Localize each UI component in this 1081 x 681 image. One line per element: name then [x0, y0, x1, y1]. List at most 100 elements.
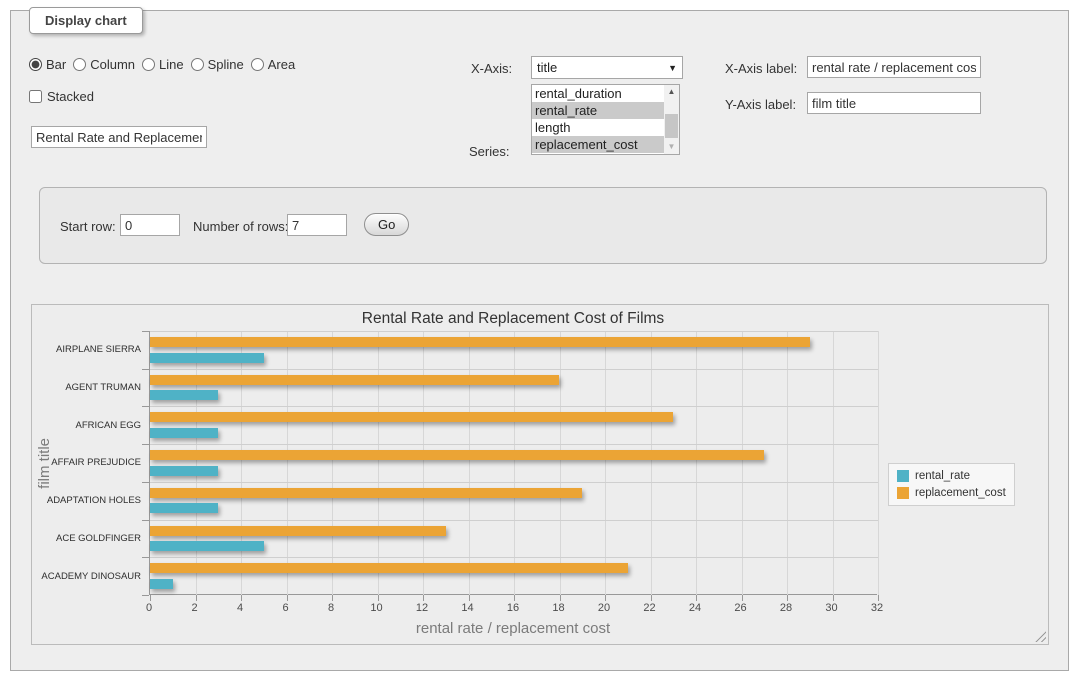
x-tick-label: 0: [146, 602, 152, 614]
gridline: [332, 331, 333, 595]
bar-replacement_cost: [150, 450, 764, 460]
chart-title: Rental Rate and Replacement Cost of Film…: [149, 310, 877, 328]
gridline: [287, 331, 288, 595]
chart-type-radio-line[interactable]: [142, 58, 155, 71]
radio-label: Bar: [46, 57, 66, 72]
x-tick-labels: 02468101214161820222426283032: [149, 602, 877, 616]
y-axis-label-field-label: Y-Axis label:: [725, 97, 796, 112]
chart-type-radio-bar[interactable]: [29, 58, 42, 71]
y-axis-label-input[interactable]: [807, 92, 981, 114]
x-axis-tick: [514, 595, 515, 601]
x-axis-tick: [241, 595, 242, 601]
x-axis-select-label: X-Axis:: [471, 61, 512, 76]
bar-rental_rate: [150, 466, 218, 476]
gridline: [150, 557, 878, 558]
bar-rental_rate: [150, 579, 173, 589]
bar-replacement_cost: [150, 488, 582, 498]
scrollbar-thumb[interactable]: [665, 114, 678, 138]
x-tick-label: 30: [825, 602, 837, 614]
series-scrollbar[interactable]: ▲ ▼: [664, 85, 679, 154]
series-select-label: Series:: [469, 144, 509, 159]
scrollbar-up-icon[interactable]: ▲: [664, 85, 679, 99]
x-axis-label-input[interactable]: [807, 56, 981, 78]
series-option-rental_rate[interactable]: rental_rate: [532, 102, 664, 119]
resize-handle-icon[interactable]: [1035, 631, 1046, 642]
category-label: AIRPLANE SIERRA: [32, 331, 141, 369]
bar-replacement_cost: [150, 526, 446, 536]
gridline: [241, 331, 242, 595]
bar-rental_rate: [150, 353, 264, 363]
scrollbar-down-icon[interactable]: ▼: [664, 140, 679, 154]
legend-item-replacement_cost[interactable]: replacement_cost: [897, 487, 1006, 499]
chart-type-radio-area[interactable]: [251, 58, 264, 71]
gridline: [150, 520, 878, 521]
num-rows-label: Number of rows:: [193, 219, 288, 234]
x-axis-tick: [651, 595, 652, 601]
x-axis-tick: [469, 595, 470, 601]
y-axis-tick: [142, 595, 149, 596]
chart-type-option-column[interactable]: Column: [73, 57, 135, 72]
start-row-input[interactable]: [120, 214, 180, 236]
x-axis-tick: [378, 595, 379, 601]
category-labels: AIRPLANE SIERRAAGENT TRUMANAFRICAN EGGAF…: [32, 331, 141, 595]
y-axis-tick: [142, 444, 149, 445]
legend-item-rental_rate[interactable]: rental_rate: [897, 470, 1006, 482]
rows-panel: Start row: Number of rows: Go: [39, 187, 1047, 264]
gridline: [150, 331, 878, 332]
chart-title-input[interactable]: [31, 126, 207, 148]
chart-type-option-spline[interactable]: Spline: [191, 57, 244, 72]
plot-area: [149, 331, 877, 595]
x-tick-label: 10: [370, 602, 382, 614]
radio-label: Spline: [208, 57, 244, 72]
x-axis-select[interactable]: title ▼: [531, 56, 683, 79]
display-chart-panel: Display chart BarColumnLineSplineArea St…: [10, 10, 1069, 671]
x-axis-tick: [878, 595, 879, 601]
gridline: [696, 331, 697, 595]
gridline: [150, 482, 878, 483]
chart-type-option-area[interactable]: Area: [251, 57, 295, 72]
x-tick-label: 28: [780, 602, 792, 614]
x-axis-tick: [833, 595, 834, 601]
x-axis-tick: [605, 595, 606, 601]
x-tick-label: 2: [191, 602, 197, 614]
x-tick-label: 14: [461, 602, 473, 614]
x-axis-tick: [332, 595, 333, 601]
start-row-label: Start row:: [60, 219, 116, 234]
bar-replacement_cost: [150, 563, 628, 573]
gridline: [150, 406, 878, 407]
series-option-rental_duration[interactable]: rental_duration: [532, 85, 664, 102]
gridline: [833, 331, 834, 595]
go-button[interactable]: Go: [364, 213, 409, 236]
chart-type-option-line[interactable]: Line: [142, 57, 184, 72]
chart-type-radio-spline[interactable]: [191, 58, 204, 71]
x-axis-title: rental rate / replacement cost: [149, 620, 877, 637]
x-tick-label: 22: [643, 602, 655, 614]
x-axis-tick: [196, 595, 197, 601]
series-option-length[interactable]: length: [532, 119, 664, 136]
series-option-replacement_cost[interactable]: replacement_cost: [532, 136, 664, 153]
gridline: [560, 331, 561, 595]
bar-replacement_cost: [150, 375, 559, 385]
chart-type-radio-column[interactable]: [73, 58, 86, 71]
category-label: ACADEMY DINOSAUR: [32, 557, 141, 595]
x-axis-tick: [150, 595, 151, 601]
category-label: AFRICAN EGG: [32, 406, 141, 444]
y-axis-tick: [142, 331, 149, 332]
category-label: ADAPTATION HOLES: [32, 482, 141, 520]
num-rows-input[interactable]: [287, 214, 347, 236]
x-tick-label: 32: [871, 602, 883, 614]
legend-swatch-icon: [897, 487, 909, 499]
chart-type-option-bar[interactable]: Bar: [29, 57, 66, 72]
x-tick-label: 24: [689, 602, 701, 614]
y-axis-tick: [142, 482, 149, 483]
series-options: rental_durationrental_ratelengthreplacem…: [532, 85, 664, 154]
x-tick-label: 18: [552, 602, 564, 614]
gridline: [514, 331, 515, 595]
x-tick-label: 12: [416, 602, 428, 614]
x-axis-tick: [742, 595, 743, 601]
radio-label: Column: [90, 57, 135, 72]
gridline: [196, 331, 197, 595]
stacked-checkbox[interactable]: [29, 90, 42, 103]
x-axis-tick: [560, 595, 561, 601]
bar-rental_rate: [150, 503, 218, 513]
